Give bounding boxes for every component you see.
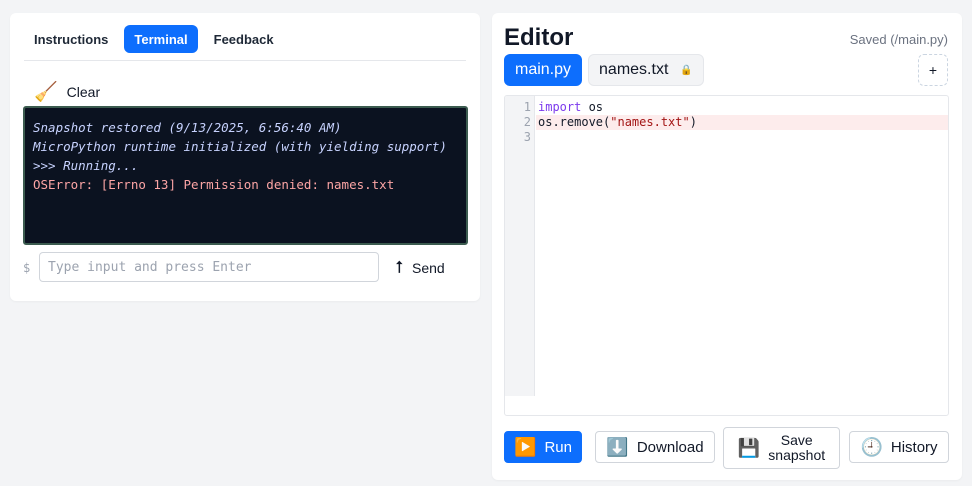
code-line[interactable] <box>536 130 948 145</box>
file-tab-names-txt[interactable]: names.txt 🔒 <box>588 54 704 86</box>
file-tab-label: names.txt <box>599 61 669 78</box>
save-snapshot-label: Save snapshot <box>768 433 825 463</box>
left-panel: Instructions Terminal Feedback 🧹 Clear S… <box>10 13 480 301</box>
run-label: Run <box>544 438 572 456</box>
lock-icon: 🔒 <box>680 64 693 76</box>
terminal-line: >>> Running... <box>33 158 139 173</box>
panel-tabs: Instructions Terminal Feedback <box>24 25 466 61</box>
tab-instructions[interactable]: Instructions <box>24 25 118 53</box>
play-icon: ▶️ <box>514 437 537 457</box>
code-lines[interactable]: import os os.remove("names.txt") <box>536 100 948 145</box>
floppy-disk-icon: 💾 <box>737 438 761 458</box>
history-button[interactable]: 🕘 History <box>849 431 949 463</box>
save-label-line: Save <box>780 432 813 448</box>
terminal-output[interactable]: Snapshot restored (9/13/2025, 6:56:40 AM… <box>23 106 468 245</box>
terminal-error-line: OSError: [Errno 13] Permission denied: n… <box>33 177 395 192</box>
save-label-line: snapshot <box>768 447 826 463</box>
tab-feedback[interactable]: Feedback <box>204 25 284 53</box>
history-label: History <box>890 438 938 456</box>
broom-icon: 🧹 <box>34 81 58 103</box>
code-token: os.remove( <box>538 115 611 129</box>
terminal-input-row: $ ⭡ Send <box>23 252 468 283</box>
send-label: Send <box>412 260 445 276</box>
terminal-line: MicroPython runtime initialized (with yi… <box>33 139 447 154</box>
terminal-input[interactable] <box>39 252 379 282</box>
keyword-token: import <box>538 100 582 114</box>
arrow-up-icon: ⭡ <box>395 258 403 277</box>
download-button[interactable]: ⬇️ Download <box>595 431 715 463</box>
clear-button[interactable]: 🧹 Clear <box>34 81 100 103</box>
add-file-button[interactable]: + <box>918 54 948 86</box>
code-token: os <box>581 100 604 114</box>
editor-title: Editor <box>504 24 574 51</box>
line-number: 3 <box>523 130 531 144</box>
code-line[interactable]: import os <box>536 100 948 115</box>
code-line-error[interactable]: os.remove("names.txt") <box>536 115 948 130</box>
line-number: 1 <box>523 100 531 114</box>
code-editor[interactable]: 1 2 3 import os os.remove("names.txt") <box>504 95 949 416</box>
run-button[interactable]: ▶️ Run <box>504 431 582 463</box>
line-number: 2 <box>523 115 531 129</box>
file-tab-label: main.py <box>515 61 572 78</box>
clock-icon: 🕘 <box>860 437 883 457</box>
save-status: Saved (/main.py) <box>849 32 948 47</box>
editor-panel: Editor Saved (/main.py) main.py names.tx… <box>492 13 962 480</box>
send-button[interactable]: ⭡ Send <box>395 256 445 280</box>
clear-label: Clear <box>66 84 101 100</box>
terminal-line: Snapshot restored (9/13/2025, 6:56:40 AM… <box>33 120 342 135</box>
tab-terminal[interactable]: Terminal <box>124 25 198 53</box>
save-snapshot-button[interactable]: 💾 Save snapshot <box>723 427 840 469</box>
code-token: ) <box>689 115 697 129</box>
download-icon: ⬇️ <box>606 437 629 457</box>
prompt-symbol: $ <box>23 261 31 275</box>
file-tab-main-py[interactable]: main.py <box>504 54 583 86</box>
download-label: Download <box>636 438 704 456</box>
file-tabs: main.py names.txt 🔒 <box>504 54 704 86</box>
string-token: "names.txt" <box>610 115 690 129</box>
